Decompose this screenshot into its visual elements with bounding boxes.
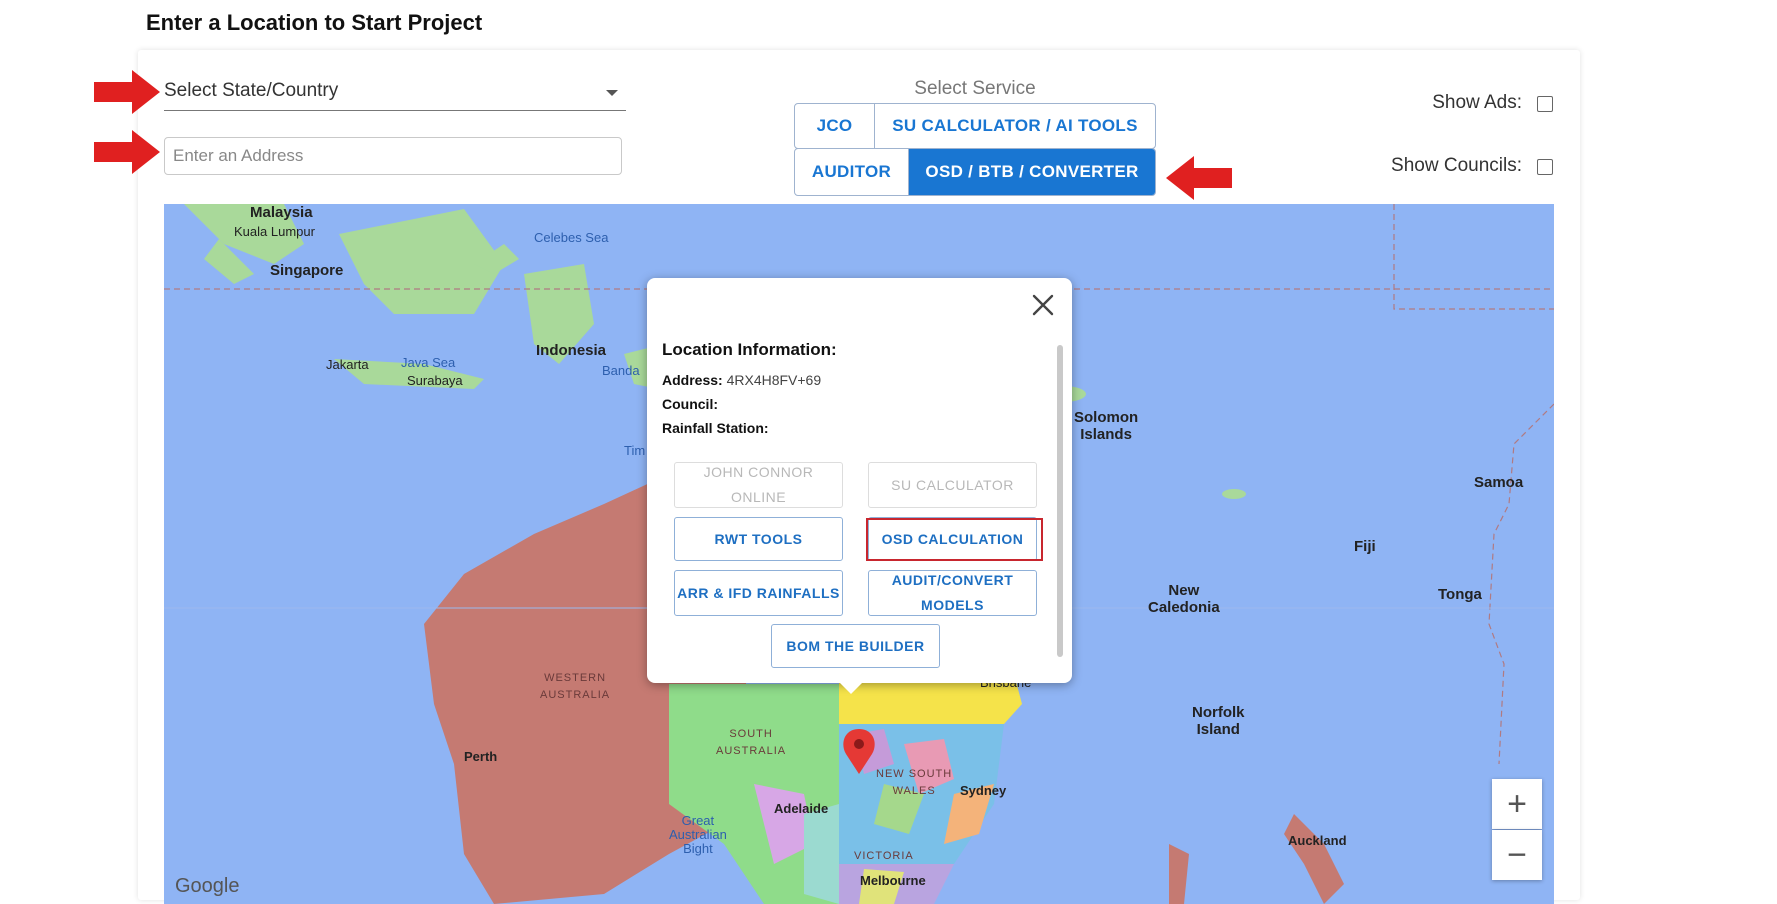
- state-country-select[interactable]: Select State/Country: [164, 74, 626, 111]
- map-label-samoa: Samoa: [1474, 474, 1524, 491]
- service-auditor-button[interactable]: AUDITOR: [795, 149, 909, 195]
- map-label-java-sea: Java Sea: [401, 355, 456, 370]
- map-label-kuala-lumpur: Kuala Lumpur: [234, 224, 315, 239]
- page-title: Enter a Location to Start Project: [146, 10, 483, 35]
- osd-highlight-box: [866, 518, 1043, 561]
- map-label-norfolk-island: Norfolk Island: [1192, 704, 1245, 738]
- bom-the-builder-button[interactable]: BOM THE BUILDER: [771, 624, 940, 668]
- map-label-fiji: Fiji: [1354, 538, 1376, 555]
- show-ads-label: Show Ads:: [1432, 92, 1522, 113]
- popup-tail: [837, 680, 865, 694]
- map-label-sydney: Sydney: [960, 783, 1007, 798]
- state-country-value: Select State/Country: [164, 80, 339, 101]
- google-logo: Google: [175, 875, 240, 897]
- close-icon[interactable]: [1030, 292, 1056, 318]
- council-label: Council:: [662, 396, 718, 412]
- map-label-surabaya: Surabaya: [407, 373, 463, 388]
- show-ads-checkbox[interactable]: [1537, 96, 1553, 112]
- map-label-timor: Tim: [624, 443, 646, 458]
- chevron-down-icon: [606, 90, 618, 96]
- service-jco-button[interactable]: JCO: [795, 104, 875, 148]
- map-label-jakarta: Jakarta: [326, 357, 369, 372]
- address-input[interactable]: [164, 137, 622, 175]
- show-councils-label: Show Councils:: [1391, 155, 1522, 176]
- service-group-row1: JCO SU CALCULATOR / AI TOOLS: [794, 103, 1156, 149]
- zoom-in-button[interactable]: +: [1492, 779, 1542, 829]
- popup-heading: Location Information:: [662, 340, 837, 359]
- map-label-solomon-islands: Solomon Islands: [1074, 409, 1139, 443]
- show-councils-checkbox[interactable]: [1537, 159, 1553, 175]
- map-label-auckland: Auckland: [1288, 833, 1347, 848]
- map-label-celebes-sea: Celebes Sea: [534, 230, 609, 245]
- map-label-indonesia: Indonesia: [536, 342, 607, 359]
- map-label-malaysia: Malaysia: [250, 204, 313, 221]
- popup-scrollbar[interactable]: [1057, 345, 1063, 657]
- arr-ifd-rainfalls-button[interactable]: ARR & IFD RAINFALLS: [674, 570, 843, 616]
- red-arrow-icon: [1166, 156, 1232, 200]
- popup-rainfall-line: Rainfall Station:: [662, 420, 769, 436]
- zoom-out-button[interactable]: −: [1492, 830, 1542, 880]
- map-label-western-australia: WESTERN AUSTRALIA: [540, 672, 611, 701]
- map-label-great-australian-bight: Great Australian Bight: [669, 813, 727, 856]
- map-label-new-caledonia: New Caledonia: [1148, 582, 1220, 616]
- su-calculator-button[interactable]: SU CALCULATOR: [868, 462, 1037, 508]
- map-label-melbourne: Melbourne: [860, 873, 926, 888]
- popup-address-line: Address: 4RX4H8FV+69: [662, 372, 821, 388]
- service-osd-converter-button[interactable]: OSD / BTB / CONVERTER: [909, 149, 1155, 195]
- service-su-calculator-button[interactable]: SU CALCULATOR / AI TOOLS: [875, 104, 1155, 148]
- map-label-adelaide: Adelaide: [774, 801, 829, 816]
- john-connor-online-button[interactable]: JOHN CONNOR ONLINE: [674, 462, 843, 508]
- map-label-new-south-wales: NEW SOUTH WALES: [876, 768, 953, 797]
- popup-council-line: Council:: [662, 396, 718, 412]
- map-label-banda: Banda: [602, 363, 640, 378]
- address-value: 4RX4H8FV+69: [726, 372, 822, 388]
- red-arrow-icon: [94, 70, 160, 114]
- audit-convert-models-button[interactable]: AUDIT/CONVERT MODELS: [868, 570, 1037, 616]
- rainfall-station-label: Rainfall Station:: [662, 420, 769, 436]
- map-label-victoria: VICTORIA: [854, 850, 914, 862]
- service-group-row2: AUDITOR OSD / BTB / CONVERTER: [794, 148, 1156, 196]
- rwt-tools-button[interactable]: RWT TOOLS: [674, 517, 843, 561]
- map-label-singapore: Singapore: [270, 262, 344, 279]
- map-label-south-australia: SOUTH AUSTRALIA: [716, 728, 787, 757]
- map-label-perth: Perth: [464, 749, 498, 764]
- select-service-label: Select Service: [914, 78, 1036, 99]
- address-label: Address:: [662, 372, 723, 388]
- map-label-tonga: Tonga: [1438, 586, 1482, 603]
- red-arrow-icon: [94, 130, 160, 174]
